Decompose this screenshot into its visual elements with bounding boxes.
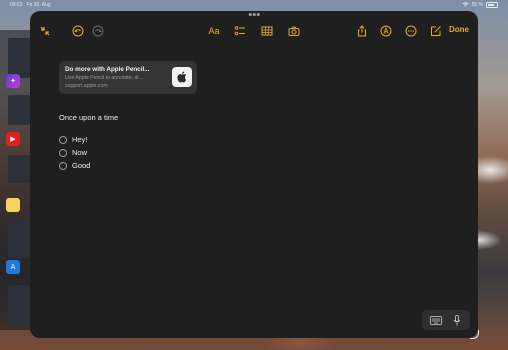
checkbox-circle[interactable] — [59, 161, 67, 170]
redo-icon[interactable] — [91, 24, 105, 38]
app-icon-purple[interactable]: ✦ — [6, 74, 20, 88]
app-thumbnail[interactable] — [8, 95, 30, 125]
done-button[interactable]: Done — [449, 25, 469, 34]
checklist-item-label: Hey! — [72, 135, 88, 144]
notes-window: Aa Done Do more with Apple Pencil... Use… — [30, 11, 478, 338]
app-thumbnail[interactable] — [8, 155, 30, 183]
checklist-item[interactable]: Hey! — [59, 135, 87, 144]
wifi-icon — [461, 1, 469, 9]
note-heading[interactable]: Once upon a time — [59, 113, 118, 122]
markup-pen-icon[interactable] — [379, 24, 393, 38]
link-subtitle: Use Apple Pencil to annotate, dr... — [65, 75, 144, 81]
status-time: 09:53 — [10, 2, 23, 8]
youtube-icon[interactable]: ▶ — [6, 132, 20, 146]
collapse-arrows-icon[interactable] — [38, 24, 52, 38]
keyboard-icon[interactable] — [429, 314, 443, 326]
camera-icon[interactable] — [287, 24, 301, 38]
checklist-item-label: Now — [72, 148, 88, 157]
checklist-item[interactable]: Good — [59, 161, 90, 170]
battery-icon — [486, 2, 498, 8]
format-text-button[interactable]: Aa — [207, 24, 221, 38]
notes-app-icon[interactable] — [6, 198, 20, 212]
status-bar: 09:53 Fri 30. Aug 55 % — [0, 0, 508, 10]
window-grabber[interactable] — [248, 13, 260, 16]
checkbox-circle[interactable] — [59, 135, 67, 144]
app-thumbnail[interactable] — [8, 285, 30, 325]
app-store-icon[interactable]: A — [6, 260, 20, 274]
compose-icon[interactable] — [429, 24, 443, 38]
more-icon[interactable] — [404, 24, 418, 38]
table-icon[interactable] — [260, 24, 274, 38]
app-switcher-strip: ✦ ▶ A — [0, 30, 30, 330]
checklist-item-label: Good — [72, 161, 91, 170]
undo-icon[interactable] — [71, 24, 85, 38]
microphone-icon[interactable] — [450, 314, 464, 326]
status-date: Fri 30. Aug — [26, 2, 51, 8]
app-thumbnail[interactable] — [8, 220, 30, 258]
keyboard-shortcut-bar — [422, 310, 470, 330]
checklist-item[interactable]: Now — [59, 148, 87, 157]
checklist-icon[interactable] — [233, 24, 247, 38]
app-thumbnail[interactable] — [8, 38, 30, 78]
checkbox-circle[interactable] — [59, 148, 67, 157]
apple-logo-icon — [172, 67, 192, 87]
battery-percent: 55 % — [471, 2, 483, 8]
share-icon[interactable] — [355, 24, 369, 38]
link-preview-card[interactable]: Do more with Apple Pencil... Use Apple P… — [59, 61, 197, 94]
